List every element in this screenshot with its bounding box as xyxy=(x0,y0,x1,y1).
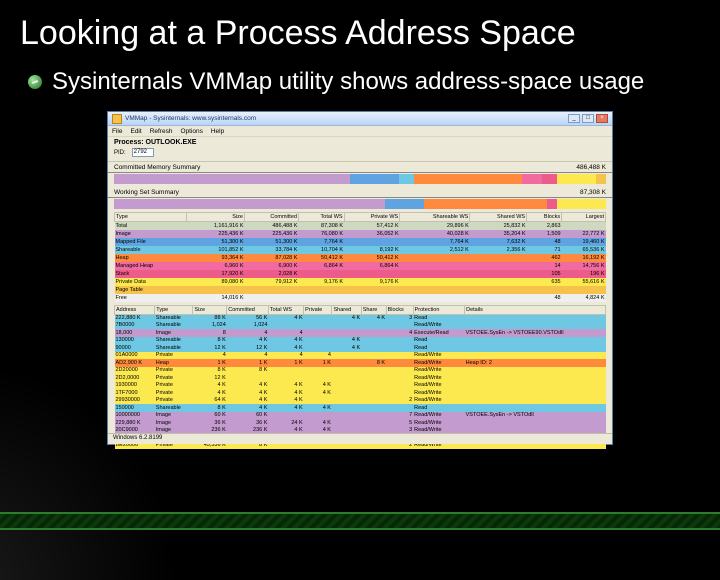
column-header[interactable]: Shared xyxy=(332,305,361,314)
table-row[interactable]: AD2,900 KHeap1 K1 K1 K1 K8 KRead/WriteHe… xyxy=(115,359,606,367)
table-row[interactable]: 1TF7000Private4 K4 K4 K4 KRead/Write xyxy=(115,389,606,397)
table-row[interactable]: 7B0000Shareable1,0241,024Read/Write xyxy=(115,322,606,330)
table-row[interactable]: Mapped File51,300 K51,300 K7,764 K7,764 … xyxy=(115,238,606,246)
column-header[interactable]: Type xyxy=(155,305,193,314)
bullet-icon xyxy=(28,75,42,89)
summary-table[interactable]: TypeSizeCommittedTotal WSPrivate WSShare… xyxy=(114,212,606,302)
table-row[interactable]: Heap93,364 K87,028 K50,412 K50,412 K4621… xyxy=(115,254,606,262)
column-header[interactable]: Share xyxy=(361,305,386,314)
table-row[interactable]: 222,880 KShareable88 K56 K4 K4 K4 K3Read xyxy=(115,314,606,322)
column-header[interactable]: Private xyxy=(304,305,332,314)
menu-help[interactable]: Help xyxy=(211,128,224,135)
process-label: Process: xyxy=(114,139,144,146)
column-header[interactable]: Total WS xyxy=(268,305,303,314)
column-header[interactable]: Private WS xyxy=(344,213,400,222)
table-row[interactable]: 2D2,0000Private12 KRead/Write xyxy=(115,374,606,382)
workingset-membar xyxy=(114,199,606,209)
column-header[interactable]: Type xyxy=(115,213,187,222)
column-header[interactable]: Largest xyxy=(562,213,606,222)
table-row[interactable]: 130000Shareable8 K4 K4 K4 KRead xyxy=(115,337,606,345)
table-row[interactable]: Shareable101,852 K33,784 K10,704 K8,192 … xyxy=(115,246,606,254)
footer-stripe xyxy=(0,512,720,530)
window-title: VMMap - Sysinternals: www.sysinternals.c… xyxy=(125,115,256,122)
table-row[interactable]: Total1,161,916 K486,488 K87,308 K57,412 … xyxy=(115,222,606,230)
table-row[interactable]: Private Data89,080 K79,912 K9,176 K9,176… xyxy=(115,278,606,286)
table-row[interactable]: Stack17,920 K2,028 K105196 K xyxy=(115,270,606,278)
column-header[interactable]: Shared WS xyxy=(470,213,527,222)
table-row[interactable]: Image225,436 K225,436 K76,080 K36,052 K4… xyxy=(115,230,606,238)
table-row[interactable]: Managed Heap6,960 K6,900 K6,864 K6,864 K… xyxy=(115,262,606,270)
column-header[interactable]: Committed xyxy=(227,305,269,314)
app-icon xyxy=(112,114,122,124)
table-row[interactable]: 150000Shareable8 K4 K4 K4 KRead xyxy=(115,404,606,412)
column-header[interactable]: Details xyxy=(465,305,606,314)
column-header[interactable]: Address xyxy=(115,305,155,314)
statusbar: Windows 6.2.8199 xyxy=(108,433,612,444)
minimize-button[interactable]: _ xyxy=(568,114,580,123)
column-header[interactable]: Size xyxy=(193,305,227,314)
bullet-text: Sysinternals VMMap utility shows address… xyxy=(52,67,644,97)
table-row[interactable]: 2D20000Private8 K8 KRead/Write xyxy=(115,367,606,375)
toolbar: Process: OUTLOOK.EXE PID: 2792 xyxy=(108,137,612,162)
maximize-button[interactable]: □ xyxy=(582,114,594,123)
commit-caption: Committed Memory Summary 486,488 K xyxy=(108,162,612,173)
menu-file[interactable]: File xyxy=(112,128,122,135)
menu-options[interactable]: Options xyxy=(180,128,202,135)
column-header[interactable]: Shareable WS xyxy=(400,213,470,222)
table-row[interactable]: Page Table xyxy=(115,286,606,294)
table-row[interactable]: 29930000Private64 K4 K4 K2Read/Write xyxy=(115,397,606,405)
table-row[interactable]: 90000Shareable12 K12 K4 K4 KRead xyxy=(115,344,606,352)
close-button[interactable]: × xyxy=(596,114,608,123)
column-header[interactable]: Blocks xyxy=(527,213,562,222)
pid-field[interactable]: 2792 xyxy=(132,148,154,157)
column-header[interactable]: Total WS xyxy=(298,213,344,222)
summary-table-wrap: TypeSizeCommittedTotal WSPrivate WSShare… xyxy=(114,212,606,302)
table-row[interactable]: Free14,016 K484,824 K xyxy=(115,294,606,302)
menu-refresh[interactable]: Refresh xyxy=(150,128,173,135)
table-row[interactable]: 229,880 KImage36 K36 K24 K4 K5Read/Write xyxy=(115,419,606,427)
window-titlebar[interactable]: VMMap - Sysinternals: www.sysinternals.c… xyxy=(108,112,612,126)
table-row[interactable]: 18,000Image8444Execute/ReadVSTOEE.SysEn … xyxy=(115,329,606,337)
table-row[interactable]: 10000000Image60 K60 K7Read/WriteVSTOEE.S… xyxy=(115,412,606,420)
details-table-wrap: AddressTypeSizeCommittedTotal WSPrivateS… xyxy=(114,305,606,450)
table-row[interactable]: 1930000Private4 K4 K4 K4 KRead/Write xyxy=(115,382,606,390)
details-table[interactable]: AddressTypeSizeCommittedTotal WSPrivateS… xyxy=(114,305,606,450)
column-header[interactable]: Protection xyxy=(413,305,464,314)
vmmap-window: VMMap - Sysinternals: www.sysinternals.c… xyxy=(107,111,613,445)
table-header-row: TypeSizeCommittedTotal WSPrivate WSShare… xyxy=(115,213,606,222)
column-header[interactable]: Committed xyxy=(245,213,299,222)
menu-edit[interactable]: Edit xyxy=(130,128,141,135)
slide-title: Looking at a Process Address Space xyxy=(0,0,720,61)
table-header-row: AddressTypeSizeCommittedTotal WSPrivateS… xyxy=(115,305,606,314)
ws-caption: Working Set Summary 87,308 K xyxy=(108,187,612,198)
pid-label: PID: xyxy=(114,150,126,156)
column-header[interactable]: Blocks xyxy=(386,305,413,314)
bullet-row: Sysinternals VMMap utility shows address… xyxy=(0,61,720,107)
table-row[interactable]: 01A0000Private4444Read/Write xyxy=(115,352,606,360)
menubar: File Edit Refresh Options Help xyxy=(108,126,612,137)
column-header[interactable]: Size xyxy=(187,213,245,222)
process-name: OUTLOOK.EXE xyxy=(146,139,197,146)
commit-membar xyxy=(114,174,606,184)
